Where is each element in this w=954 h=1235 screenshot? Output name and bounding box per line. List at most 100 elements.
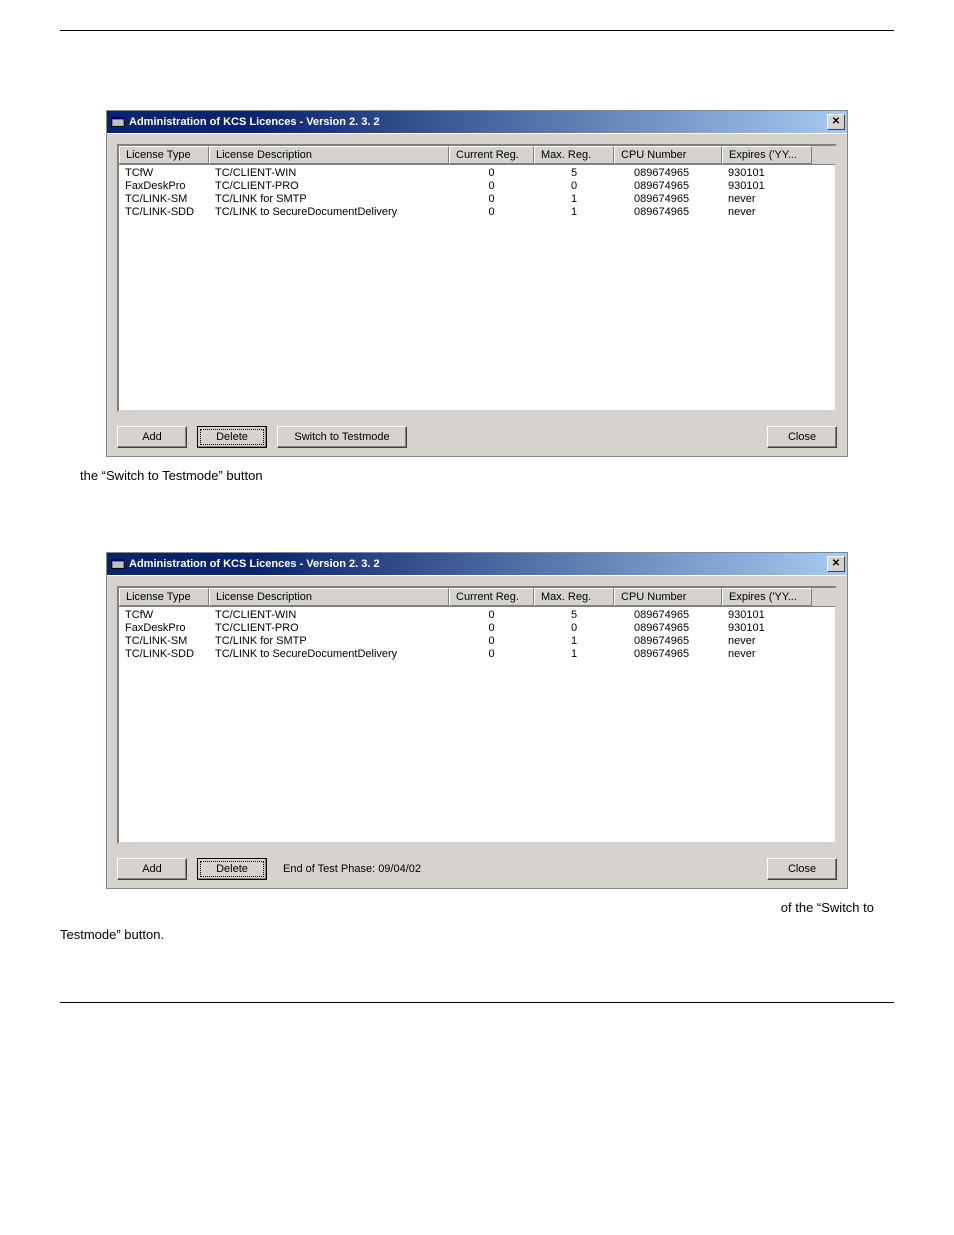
table-row[interactable]: FaxDeskPro TC/CLIENT-PRO 0 0 089674965 9… [119,180,835,193]
cell-cpu: 089674965 [614,635,722,648]
cell-desc: TC/CLIENT-WIN [209,167,449,180]
cell-max: 1 [534,635,614,648]
col-header-current[interactable]: Current Reg. [449,146,534,164]
cell-current: 0 [449,193,534,206]
cell-type: TC/LINK-SDD [119,648,209,661]
app-icon [111,557,125,571]
licence-listview[interactable]: License Type License Description Current… [117,586,837,844]
col-header-type[interactable]: License Type [119,146,209,164]
cell-expires: never [722,635,812,648]
cell-type: FaxDeskPro [119,622,209,635]
cell-desc: TC/LINK for SMTP [209,635,449,648]
doc-caption-2b: Testmode” button. [60,927,894,942]
cell-max: 0 [534,622,614,635]
cell-expires: 930101 [722,167,812,180]
table-row[interactable]: TC/LINK-SM TC/LINK for SMTP 0 1 08967496… [119,193,835,206]
cell-type: TCfW [119,167,209,180]
cell-expires: never [722,193,812,206]
cell-max: 1 [534,648,614,661]
cell-type: TC/LINK-SM [119,635,209,648]
cell-expires: 930101 [722,609,812,622]
col-header-type[interactable]: License Type [119,588,209,606]
cell-current: 0 [449,648,534,661]
cell-expires: never [722,648,812,661]
cell-current: 0 [449,180,534,193]
button-row: Add Delete Switch to Testmode Close [117,426,837,448]
listview-header: License Type License Description Current… [119,588,835,607]
cell-desc: TC/LINK to SecureDocumentDelivery [209,206,449,219]
listview-header: License Type License Description Current… [119,146,835,165]
cell-type: TC/LINK-SM [119,193,209,206]
cell-cpu: 089674965 [614,648,722,661]
app-icon [111,115,125,129]
switch-testmode-button[interactable]: Switch to Testmode [277,426,407,448]
cell-desc: TC/CLIENT-PRO [209,180,449,193]
cell-cpu: 089674965 [614,609,722,622]
col-header-desc[interactable]: License Description [209,588,449,606]
listview-body: TCfW TC/CLIENT-WIN 0 5 089674965 930101 … [119,607,835,661]
window-title: Administration of KCS Licences - Version… [129,558,827,570]
table-row[interactable]: FaxDeskPro TC/CLIENT-PRO 0 0 089674965 9… [119,622,835,635]
doc-caption-1: the “Switch to Testmode” button [80,468,894,483]
add-button[interactable]: Add [117,858,187,880]
table-row[interactable]: TCfW TC/CLIENT-WIN 0 5 089674965 930101 [119,167,835,180]
cell-expires: never [722,206,812,219]
cell-type: TC/LINK-SDD [119,206,209,219]
col-header-max[interactable]: Max. Reg. [534,588,614,606]
close-icon[interactable]: ✕ [827,556,845,572]
window-client-area: License Type License Description Current… [107,575,847,888]
cell-max: 1 [534,193,614,206]
table-row[interactable]: TCfW TC/CLIENT-WIN 0 5 089674965 930101 [119,609,835,622]
table-row[interactable]: TC/LINK-SDD TC/LINK to SecureDocumentDel… [119,648,835,661]
cell-max: 1 [534,206,614,219]
table-row[interactable]: TC/LINK-SDD TC/LINK to SecureDocumentDel… [119,206,835,219]
col-header-cpu[interactable]: CPU Number [614,588,722,606]
titlebar: Administration of KCS Licences - Version… [107,553,847,575]
cell-type: FaxDeskPro [119,180,209,193]
window-title: Administration of KCS Licences - Version… [129,116,827,128]
cell-cpu: 089674965 [614,206,722,219]
col-header-desc[interactable]: License Description [209,146,449,164]
close-icon[interactable]: ✕ [827,114,845,130]
add-button[interactable]: Add [117,426,187,448]
window-client-area: License Type License Description Current… [107,133,847,456]
col-header-max[interactable]: Max. Reg. [534,146,614,164]
cell-cpu: 089674965 [614,180,722,193]
cell-cpu: 089674965 [614,622,722,635]
cell-cpu: 089674965 [614,167,722,180]
delete-button[interactable]: Delete [197,426,267,448]
titlebar: Administration of KCS Licences - Version… [107,111,847,133]
cell-expires: 930101 [722,622,812,635]
cell-desc: TC/CLIENT-PRO [209,622,449,635]
kcs-licence-window-1: Administration of KCS Licences - Version… [107,111,847,456]
col-header-expires[interactable]: Expires ('YY... [722,588,812,606]
col-header-current[interactable]: Current Reg. [449,588,534,606]
cell-type: TCfW [119,609,209,622]
cell-desc: TC/CLIENT-WIN [209,609,449,622]
cell-current: 0 [449,622,534,635]
cell-current: 0 [449,609,534,622]
delete-button[interactable]: Delete [197,858,267,880]
page-rule-bottom [60,1002,894,1003]
cell-cpu: 089674965 [614,193,722,206]
kcs-licence-window-2: Administration of KCS Licences - Version… [107,553,847,888]
listview-body: TCfW TC/CLIENT-WIN 0 5 089674965 930101 … [119,165,835,219]
button-row: Add Delete End of Test Phase: 09/04/02 C… [117,858,837,880]
cell-current: 0 [449,167,534,180]
close-button[interactable]: Close [767,426,837,448]
cell-max: 0 [534,180,614,193]
page-rule-top [60,30,894,31]
test-phase-label: End of Test Phase: 09/04/02 [277,863,427,875]
cell-max: 5 [534,609,614,622]
cell-desc: TC/LINK for SMTP [209,193,449,206]
cell-desc: TC/LINK to SecureDocumentDelivery [209,648,449,661]
doc-caption-2a: of the “Switch to [60,900,894,915]
licence-listview[interactable]: License Type License Description Current… [117,144,837,412]
col-header-expires[interactable]: Expires ('YY... [722,146,812,164]
close-button[interactable]: Close [767,858,837,880]
col-header-cpu[interactable]: CPU Number [614,146,722,164]
cell-max: 5 [534,167,614,180]
cell-current: 0 [449,206,534,219]
table-row[interactable]: TC/LINK-SM TC/LINK for SMTP 0 1 08967496… [119,635,835,648]
cell-expires: 930101 [722,180,812,193]
